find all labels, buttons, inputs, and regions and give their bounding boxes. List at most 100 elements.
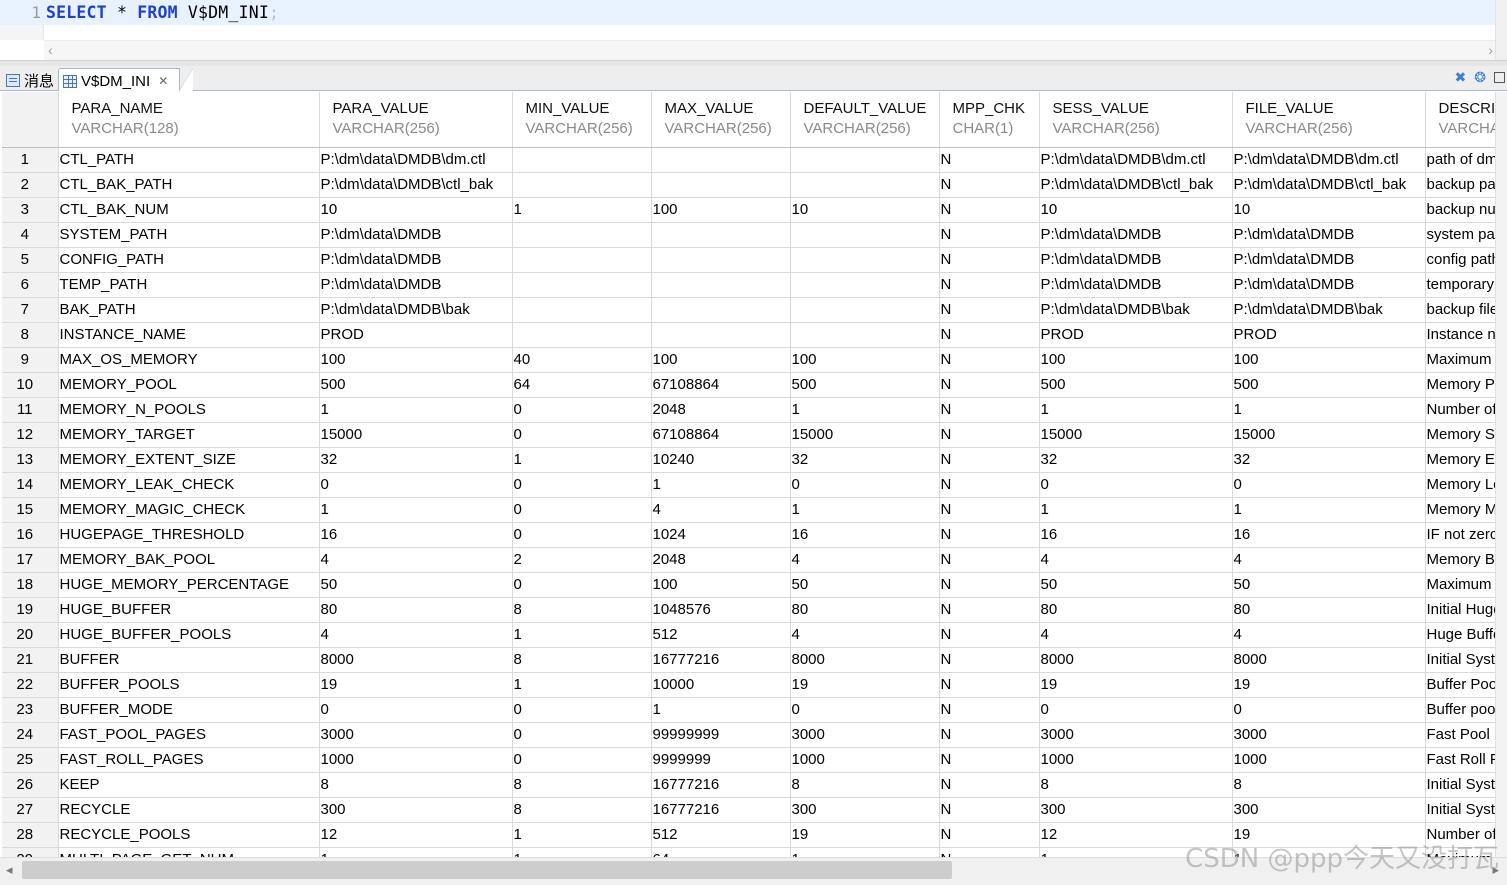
table-cell[interactable]: 0: [790, 697, 940, 723]
table-cell[interactable]: 4: [790, 622, 940, 648]
table-cell[interactable]: BUFFER_MODE: [58, 697, 320, 723]
table-cell[interactable]: HUGE_BUFFER: [58, 597, 320, 623]
table-cell[interactable]: 100: [651, 347, 791, 373]
table-cell[interactable]: Memory Extent: [1425, 447, 1495, 473]
table-cell[interactable]: [512, 172, 652, 198]
table-cell[interactable]: 100: [1039, 347, 1233, 373]
table-cell[interactable]: N: [939, 672, 1040, 698]
table-cell[interactable]: 32: [1232, 447, 1426, 473]
table-cell[interactable]: 10000: [651, 672, 791, 698]
table-cell[interactable]: 1: [1039, 497, 1233, 523]
scroll-left-icon[interactable]: ‹: [48, 42, 53, 58]
table-cell[interactable]: Buffer pool: [1425, 697, 1495, 723]
table-cell[interactable]: [790, 322, 940, 348]
table-cell[interactable]: 80: [319, 597, 513, 623]
table-cell[interactable]: Initial System: [1425, 772, 1495, 798]
table-row[interactable]: 5 CONFIG_PATH P:\dm\data\DMDB N P:\dm\data\D…: [2, 247, 1495, 273]
table-cell[interactable]: 19: [790, 822, 940, 848]
table-row[interactable]: 22 BUFFER_POOLS 19 1 10000 19 N 19 19 Buffer Pool: [2, 672, 1495, 698]
table-cell[interactable]: temporary path: [1425, 272, 1495, 298]
table-cell[interactable]: 1: [512, 197, 652, 223]
table-cell[interactable]: N: [939, 747, 1040, 773]
table-cell[interactable]: 4: [319, 547, 513, 573]
table-cell[interactable]: 3000: [1039, 722, 1233, 748]
table-cell[interactable]: N: [939, 197, 1040, 223]
table-cell[interactable]: N: [939, 522, 1040, 548]
column-header[interactable]: MPP_CHK CHAR(1): [939, 92, 1040, 148]
table-cell[interactable]: 8000: [1039, 647, 1233, 673]
table-cell[interactable]: 10: [1232, 197, 1426, 223]
table-cell[interactable]: 4: [1039, 622, 1233, 648]
table-cell[interactable]: TEMP_PATH: [58, 272, 320, 298]
table-cell[interactable]: MEMORY_LEAK_CHECK: [58, 472, 320, 498]
table-cell[interactable]: P:\dm\data\DMDB\dm.ctl: [1039, 147, 1233, 173]
table-cell[interactable]: 0: [512, 422, 652, 448]
table-cell[interactable]: 50: [1039, 572, 1233, 598]
table-cell[interactable]: 1024: [651, 522, 791, 548]
table-cell[interactable]: MULTI_PAGE_GET_NUM: [58, 847, 320, 857]
table-cell[interactable]: 16: [1039, 522, 1233, 548]
table-cell[interactable]: N: [939, 472, 1040, 498]
tab-result-v-dm-ini[interactable]: V$DM_INI ✕: [58, 68, 193, 91]
table-cell[interactable]: 8: [512, 772, 652, 798]
table-cell[interactable]: Fast Roll Pages: [1425, 747, 1495, 773]
column-header[interactable]: FILE_VALUE VARCHAR(256): [1232, 92, 1426, 148]
table-cell[interactable]: backup number: [1425, 197, 1495, 223]
table-cell[interactable]: 16: [790, 522, 940, 548]
table-row[interactable]: 12 MEMORY_TARGET 15000 0 67108864 15000 N 15000…: [2, 422, 1495, 448]
table-cell[interactable]: 4: [319, 622, 513, 648]
table-cell[interactable]: 1: [512, 622, 652, 648]
table-cell[interactable]: 1: [790, 397, 940, 423]
table-cell[interactable]: 100: [1232, 347, 1426, 373]
table-cell[interactable]: 300: [790, 797, 940, 823]
column-header[interactable]: PARA_NAME VARCHAR(128): [58, 92, 320, 148]
table-cell[interactable]: 1: [1232, 497, 1426, 523]
table-cell[interactable]: 64: [651, 847, 791, 857]
table-cell[interactable]: 1048576: [651, 597, 791, 623]
table-cell[interactable]: 0: [512, 522, 652, 548]
table-cell[interactable]: P:\dm\data\DMDB: [1232, 272, 1426, 298]
table-cell[interactable]: P:\dm\data\DMDB: [319, 222, 513, 248]
table-cell[interactable]: [651, 297, 791, 323]
table-cell[interactable]: 100: [319, 347, 513, 373]
table-cell[interactable]: N: [939, 447, 1040, 473]
table-cell[interactable]: MEMORY_N_POOLS: [58, 397, 320, 423]
table-cell[interactable]: P:\dm\data\DMDB: [319, 272, 513, 298]
table-cell[interactable]: 50: [319, 572, 513, 598]
table-cell[interactable]: [512, 147, 652, 173]
table-row[interactable]: 13 MEMORY_EXTENT_SIZE 32 1 10240 32 N 32 32 Memor…: [2, 447, 1495, 473]
table-cell[interactable]: 0: [512, 747, 652, 773]
table-cell[interactable]: PROD: [1232, 322, 1426, 348]
table-cell[interactable]: N: [939, 397, 1040, 423]
table-cell[interactable]: 10: [790, 197, 940, 223]
table-cell[interactable]: 3000: [319, 722, 513, 748]
table-cell[interactable]: system path: [1425, 222, 1495, 248]
table-cell[interactable]: P:\dm\data\DMDB\dm.ctl: [1232, 147, 1426, 173]
table-cell[interactable]: P:\dm\data\DMDB\bak: [319, 297, 513, 323]
table-cell[interactable]: 8000: [790, 647, 940, 673]
table-cell[interactable]: MEMORY_POOL: [58, 372, 320, 398]
table-cell[interactable]: BAK_PATH: [58, 297, 320, 323]
table-cell[interactable]: N: [939, 272, 1040, 298]
sql-editor[interactable]: 1 SELECT * FROM V$DM_INI;: [0, 0, 1507, 40]
column-header[interactable]: MAX_VALUE VARCHAR(256): [651, 92, 791, 148]
table-cell[interactable]: 2048: [651, 397, 791, 423]
table-row[interactable]: 20HUGE_BUFFER_POOLS415124N44Huge Buffer: [2, 622, 1495, 648]
table-cell[interactable]: 15000: [790, 422, 940, 448]
table-cell[interactable]: N: [939, 247, 1040, 273]
sql-code-line[interactable]: SELECT * FROM V$DM_INI;: [46, 3, 279, 22]
table-cell[interactable]: 50: [1232, 572, 1426, 598]
table-cell[interactable]: 8: [512, 797, 652, 823]
table-cell[interactable]: 40: [512, 347, 652, 373]
table-cell[interactable]: N: [939, 147, 1040, 173]
table-cell[interactable]: 500: [790, 372, 940, 398]
table-cell[interactable]: Memory Share: [1425, 422, 1495, 448]
table-cell[interactable]: 99999999: [651, 722, 791, 748]
table-cell[interactable]: N: [939, 697, 1040, 723]
table-cell[interactable]: HUGE_MEMORY_PERCENTAGE: [58, 572, 320, 598]
table-cell[interactable]: 2: [512, 547, 652, 573]
table-cell[interactable]: 9999999: [651, 747, 791, 773]
table-cell[interactable]: 12: [319, 822, 513, 848]
table-cell[interactable]: KEEP: [58, 772, 320, 798]
table-cell[interactable]: SYSTEM_PATH: [58, 222, 320, 248]
